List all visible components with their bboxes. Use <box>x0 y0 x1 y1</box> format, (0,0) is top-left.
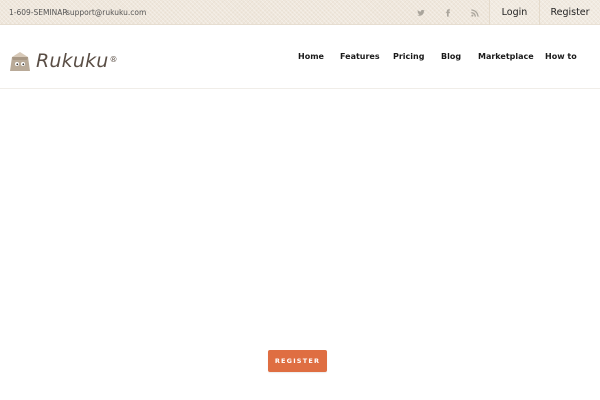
logo-text: Rukuku <box>36 50 109 72</box>
facebook-icon[interactable] <box>434 0 462 25</box>
login-button[interactable]: Login <box>489 0 539 25</box>
top-bar: 1-609-SEMINAR support@rukuku.com Login R… <box>0 0 600 25</box>
nav-how-to[interactable]: How to <box>545 50 577 64</box>
nav-marketplace[interactable]: Marketplace <box>478 50 534 64</box>
register-cta-button[interactable]: REGISTER <box>268 350 327 372</box>
site-logo[interactable]: Rukuku ® <box>9 48 118 74</box>
register-top-button[interactable]: Register <box>539 0 600 25</box>
phone-number[interactable]: 1-609-SEMINAR <box>9 0 68 25</box>
rss-icon[interactable] <box>461 0 489 25</box>
nav-blog[interactable]: Blog <box>441 50 461 64</box>
logo-bag-icon <box>10 52 30 71</box>
site-header: Rukuku ® Home Features Pricing Blog Mark… <box>0 25 600 89</box>
nav-features[interactable]: Features <box>340 50 380 64</box>
nav-home[interactable]: Home <box>298 50 324 64</box>
nav-pricing[interactable]: Pricing <box>393 50 424 64</box>
registered-mark: ® <box>109 54 118 64</box>
page: 1-609-SEMINAR support@rukuku.com Login R… <box>0 0 600 400</box>
twitter-icon[interactable] <box>407 0 435 25</box>
support-email-link[interactable]: support@rukuku.com <box>66 0 146 25</box>
